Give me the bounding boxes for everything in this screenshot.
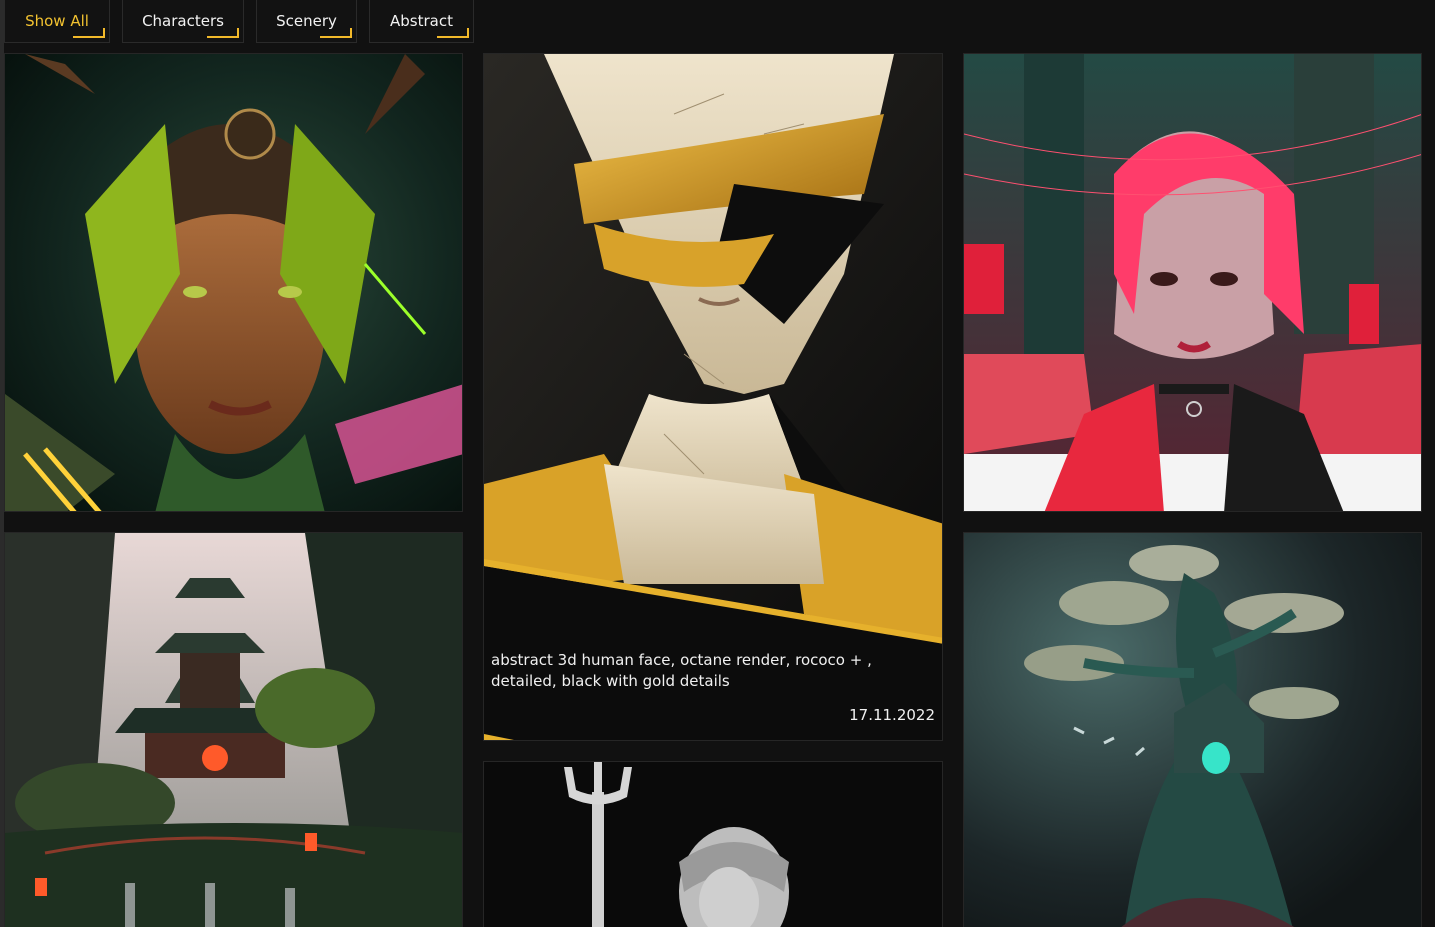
- gallery-card-abstract-face[interactable]: abstract 3d human face, octane render, r…: [483, 53, 943, 741]
- bonsai-image: [964, 533, 1421, 927]
- gallery-card-pagoda[interactable]: [4, 532, 463, 927]
- alien-warrior-image: [5, 54, 462, 511]
- gallery-page: Show All Characters Scenery Abstract abs…: [0, 0, 1435, 927]
- corner-accent-icon: [437, 28, 469, 38]
- filter-scenery-button[interactable]: Scenery: [256, 0, 357, 43]
- corner-accent-icon: [73, 28, 105, 38]
- corner-accent-icon: [320, 28, 352, 38]
- filter-bar: Show All Characters Scenery Abstract: [4, 0, 474, 44]
- gallery-card-cyberpunk-girl[interactable]: [963, 53, 1422, 512]
- gallery-card-statue[interactable]: [483, 761, 943, 927]
- gallery-card-bonsai[interactable]: [963, 532, 1422, 927]
- card-date: 17.11.2022: [849, 706, 935, 724]
- filter-characters-button[interactable]: Characters: [122, 0, 244, 43]
- statue-image: [484, 762, 942, 927]
- abstract-face-image: [484, 54, 942, 740]
- cyberpunk-girl-image: [964, 54, 1421, 511]
- pagoda-image: [5, 533, 462, 927]
- filter-show-all-button[interactable]: Show All: [4, 0, 110, 43]
- gallery-card-alien-warrior[interactable]: [4, 53, 463, 512]
- filter-abstract-button[interactable]: Abstract: [369, 0, 474, 43]
- corner-accent-icon: [207, 28, 239, 38]
- card-caption: abstract 3d human face, octane render, r…: [491, 651, 872, 690]
